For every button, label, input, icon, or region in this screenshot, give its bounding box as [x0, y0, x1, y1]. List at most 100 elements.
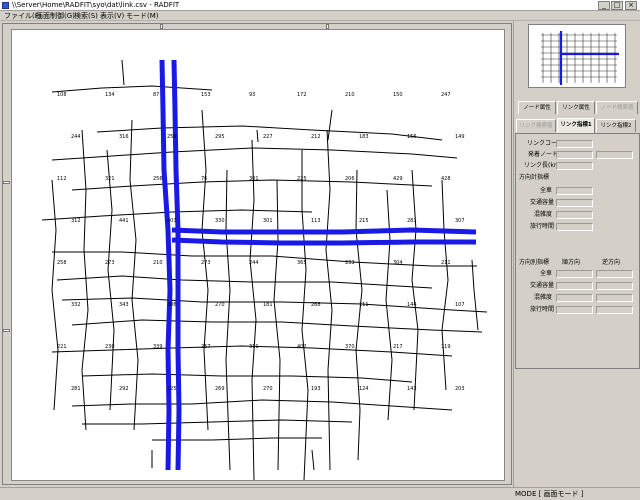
road-link-v-0[interactable] [51, 179, 59, 411]
dir-traffic-volume-reverse-field[interactable] [596, 282, 633, 290]
empty-lower-panel [515, 373, 640, 485]
tab-link-attributes[interactable]: リンク属性 [557, 101, 595, 114]
selected-route-ns-east[interactable] [171, 59, 182, 471]
menu-mode[interactable]: モード(M) [126, 12, 159, 20]
tab-node-attributes[interactable]: ノード属性 [518, 101, 556, 114]
link-number-label: 301 [263, 218, 273, 224]
congestion-field[interactable] [556, 211, 593, 219]
link-number-label: 403 [167, 218, 177, 224]
travel-time-field[interactable] [556, 223, 593, 231]
link-number-label: 330 [215, 218, 225, 224]
link-number-label: 233 [345, 260, 355, 266]
origin-node-field[interactable] [556, 151, 593, 159]
reverse-direction-label: 逆方向 [602, 259, 621, 266]
link-number-label: 111 [359, 302, 369, 308]
link-number-label: 402 [297, 344, 307, 350]
road-link-v-4[interactable] [201, 109, 209, 431]
overview-minimap[interactable] [528, 24, 626, 88]
road-link-v-3[interactable] [129, 119, 139, 431]
link-number-label: 134 [105, 92, 115, 98]
link-number-label: 301 [249, 176, 259, 182]
dir-congestion-forward-field[interactable] [556, 294, 593, 302]
right-panel: ノード属性 リンク属性 ノード検索値 リンク検索値 リンク指標1 リンク指標2 … [513, 21, 640, 487]
menu-view[interactable]: 表示(V) [100, 12, 124, 20]
road-stub-4[interactable] [311, 449, 315, 471]
maximize-button[interactable]: □ [611, 1, 623, 10]
road-stub-1[interactable] [256, 129, 259, 143]
title-bar[interactable]: \\Server\Home\RADFIT\syo\dat\link.csv - … [0, 0, 640, 11]
road-link-v-2[interactable] [106, 149, 115, 411]
direction-header-label: 方向別指標 [519, 259, 550, 266]
selected-route-ew-north[interactable] [171, 227, 477, 235]
road-link-v-7[interactable] [273, 179, 281, 471]
link-number-label: 273 [105, 260, 115, 266]
road-link-h-11[interactable] [71, 399, 453, 411]
road-link-v-12[interactable] [411, 169, 419, 411]
frame-marker-left-lower [3, 329, 10, 332]
window-title: \\Server\Home\RADFIT\syo\dat\link.csv - … [12, 1, 180, 9]
menu-search[interactable]: 検索(S) [74, 12, 98, 20]
close-button[interactable]: × [625, 1, 637, 10]
road-stub-0[interactable] [121, 59, 125, 86]
link-length-field[interactable] [556, 162, 593, 170]
link-number-label: 343 [119, 302, 129, 308]
link-number-label: 225 [167, 386, 177, 392]
road-network-map[interactable]: 108 134 87 153 93 172 210 150 247 244 316 259 295 227… [11, 29, 505, 481]
link-number-label: 230 [105, 344, 115, 350]
road-link-h-12[interactable] [82, 419, 353, 425]
link-number-label: 281 [71, 386, 81, 392]
dir-traffic-volume-forward-field[interactable] [556, 282, 593, 290]
road-link-h-2[interactable] [51, 147, 458, 161]
link-number-label: 273 [201, 260, 211, 266]
link-number-label: 149 [455, 134, 465, 140]
link-number-label: 215 [359, 218, 369, 224]
link-number-label: 153 [201, 92, 211, 98]
link-number-label: 292 [119, 386, 129, 392]
tab-link-index-2[interactable]: リンク指標2 [596, 119, 636, 132]
link-number-label: 227 [263, 134, 273, 140]
road-link-v-10[interactable] [355, 169, 363, 461]
link-number-label: 76 [201, 176, 207, 182]
road-link-v-8[interactable] [301, 150, 309, 480]
dir-congestion-reverse-field[interactable] [596, 294, 633, 302]
link-number-label: 217 [393, 344, 403, 350]
destination-node-field[interactable] [596, 151, 633, 159]
road-stub-2[interactable] [327, 109, 333, 141]
dir-all-vehicles-reverse-field[interactable] [596, 270, 633, 278]
all-vehicles-field[interactable] [556, 187, 593, 195]
road-link-v-11[interactable] [385, 189, 393, 421]
tab-link-index-1[interactable]: リンク指標1 [557, 118, 595, 133]
minimize-button[interactable]: _ [598, 1, 610, 10]
dir-all-vehicles-forward-field[interactable] [556, 270, 593, 278]
tab-node-search-values[interactable]: ノード検索値 [596, 101, 638, 114]
road-link-v-5[interactable] [225, 169, 231, 471]
road-link-v-14[interactable] [471, 259, 479, 331]
link-number-label: 311 [249, 344, 259, 350]
menu-screen-control[interactable]: 画面制御(G) [36, 12, 75, 20]
selected-route-ew-south[interactable] [171, 237, 476, 246]
link-number-label: 281 [407, 218, 417, 224]
road-link-h-0[interactable] [51, 85, 213, 93]
link-number-label: 221 [57, 344, 67, 350]
selected-route-ns-west[interactable] [159, 59, 173, 471]
link-number-label: 156 [407, 134, 417, 140]
dir-travel-time-forward-field[interactable] [556, 306, 593, 314]
road-link-v-1[interactable] [81, 129, 89, 431]
link-code-field[interactable] [556, 140, 593, 148]
road-link-h-6[interactable] [56, 275, 433, 289]
road-link-h-10[interactable] [81, 373, 413, 383]
all-vehicles-label: 全車 [540, 187, 553, 194]
link-number-label: 257 [201, 344, 211, 350]
link-number-label: 258 [57, 260, 67, 266]
link-number-label: 183 [359, 134, 369, 140]
link-number-label: 172 [297, 92, 307, 98]
link-number-label: 428 [441, 176, 451, 182]
traffic-volume-field[interactable] [556, 199, 593, 207]
link-number-label: 332 [71, 302, 81, 308]
dir-travel-time-reverse-field[interactable] [596, 306, 633, 314]
dir-all-vehicles-label: 全車 [540, 270, 553, 277]
road-link-v-13[interactable] [441, 179, 449, 391]
link-number-label: 269 [215, 386, 225, 392]
tab-link-search-values[interactable]: リンク検索値 [516, 119, 556, 132]
road-link-v-6[interactable] [249, 139, 257, 480]
